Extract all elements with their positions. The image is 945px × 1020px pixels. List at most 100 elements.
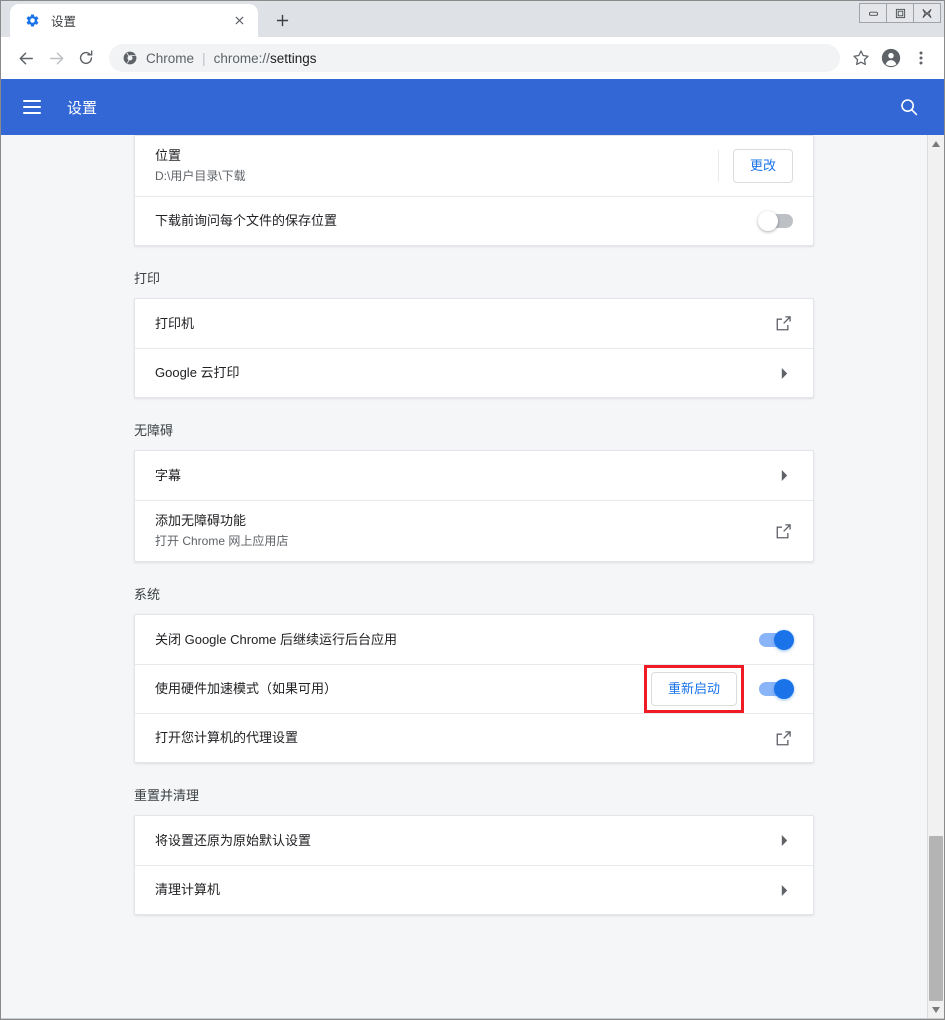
- reload-icon[interactable]: [71, 43, 101, 73]
- row-actions: [758, 211, 793, 231]
- row-title: 关闭 Google Chrome 后继续运行后台应用: [155, 631, 397, 647]
- chevron-right-icon[interactable]: [775, 364, 793, 382]
- section-label-printing: 打印: [134, 271, 161, 286]
- settings-page: 位置 D:\用户目录\下载 更改下载前询问每个文件的保存位置打印打印机 Google …: [134, 135, 814, 915]
- scrollbar-thumb[interactable]: [929, 836, 943, 1001]
- scrollbar-down-arrow-icon[interactable]: [928, 1001, 944, 1018]
- section-label-reset-cleanup: 重置并清理: [134, 788, 200, 803]
- change-button[interactable]: 更改: [732, 149, 793, 183]
- settings-content-area: 位置 D:\用户目录\下载 更改下载前询问每个文件的保存位置打印打印机 Google …: [1, 135, 944, 1019]
- settings-row-ask-where-to-save[interactable]: 下载前询问每个文件的保存位置: [135, 196, 813, 245]
- tab-strip: 设置: [1, 1, 944, 37]
- row-title: 使用硬件加速模式（如果可用）: [155, 681, 338, 696]
- settings-row-captions[interactable]: 字幕: [135, 451, 813, 500]
- toggle-switch-continue-background-apps[interactable]: [759, 629, 794, 650]
- browser-tab-settings[interactable]: 设置: [10, 4, 258, 37]
- tab-title: 设置: [51, 15, 77, 29]
- row-actions: 更改: [717, 149, 793, 183]
- search-icon[interactable]: [896, 94, 922, 120]
- toggle-switch-hardware-acceleration[interactable]: [759, 679, 794, 699]
- settings-row-add-accessibility-features[interactable]: 添加无障碍功能打开 Chrome 网上应用店: [135, 500, 813, 561]
- profile-avatar-icon[interactable]: [876, 43, 906, 73]
- settings-row-open-proxy-settings[interactable]: 打开您计算机的代理设置: [135, 713, 813, 762]
- settings-card-accessibility: 字幕添加无障碍功能打开 Chrome 网上应用店: [134, 450, 814, 562]
- row-text: 清理计算机: [155, 870, 775, 910]
- section-label-system: 系统: [134, 587, 161, 602]
- settings-scroll-viewport: 位置 D:\用户目录\下载 更改下载前询问每个文件的保存位置打印打印机 Google …: [1, 135, 927, 1018]
- toggle-switch-ask-where-to-save[interactable]: [758, 211, 793, 231]
- row-action-divider: [717, 150, 719, 182]
- row-title: 添加无障碍功能: [155, 513, 247, 528]
- row-actions: [759, 629, 794, 650]
- row-title: 字幕: [155, 467, 182, 483]
- row-text: 打印机: [155, 304, 773, 344]
- settings-header: 设置: [1, 79, 944, 135]
- chevron-right-icon[interactable]: [775, 832, 793, 850]
- close-icon[interactable]: [913, 3, 941, 23]
- page-title: 设置: [67, 99, 98, 117]
- restart-button[interactable]: 重新启动: [650, 672, 737, 706]
- omnibox-url-scheme: chrome://: [213, 50, 270, 66]
- settings-row-hardware-acceleration[interactable]: 使用硬件加速模式（如果可用） 重新启动: [135, 664, 813, 713]
- row-actions: [775, 881, 793, 899]
- settings-row-download-location[interactable]: 位置 D:\用户目录\下载 更改: [135, 136, 813, 196]
- vertical-scrollbar[interactable]: [927, 135, 944, 1018]
- browser-menu-icon[interactable]: [906, 43, 936, 73]
- toggle-knob: [758, 211, 778, 231]
- row-actions: 重新启动: [650, 672, 794, 706]
- row-actions: [775, 467, 793, 485]
- row-text: 添加无障碍功能打开 Chrome 网上应用店: [155, 501, 773, 561]
- address-bar[interactable]: Chrome | chrome://settings: [109, 44, 840, 72]
- row-title: 位置: [155, 148, 182, 163]
- row-text: 下载前询问每个文件的保存位置: [155, 201, 759, 241]
- row-text: Google 云打印: [155, 353, 775, 393]
- row-title: 打开您计算机的代理设置: [155, 730, 299, 745]
- settings-card-downloads-partial: 位置 D:\用户目录\下载 更改下载前询问每个文件的保存位置: [134, 135, 814, 246]
- row-title: 清理计算机: [155, 882, 221, 897]
- row-actions: [773, 314, 793, 334]
- row-title: 将设置还原为原始默认设置: [155, 832, 312, 848]
- omnibox-scheme-label: Chrome: [146, 50, 195, 66]
- omnibox-url: chrome://settings: [214, 51, 317, 66]
- settings-row-google-cloud-print[interactable]: Google 云打印: [135, 348, 813, 397]
- back-icon[interactable]: [11, 43, 41, 73]
- settings-row-printers[interactable]: 打印机: [135, 299, 813, 348]
- row-actions: [773, 521, 793, 541]
- row-text: 字幕: [155, 456, 775, 496]
- row-subtitle: D:\用户目录\下载: [155, 169, 246, 183]
- gear-icon: [24, 13, 40, 29]
- omnibox-separator: |: [202, 50, 206, 66]
- toggle-knob: [774, 679, 794, 699]
- forward-icon: [41, 43, 71, 73]
- row-subtitle: 打开 Chrome 网上应用店: [155, 534, 289, 548]
- row-title: Google 云打印: [155, 365, 240, 380]
- row-text: 使用硬件加速模式（如果可用）: [155, 669, 651, 709]
- row-text: 位置 D:\用户目录\下载: [155, 136, 718, 196]
- external-link-icon[interactable]: [773, 314, 793, 334]
- menu-icon[interactable]: [23, 95, 47, 119]
- chevron-right-icon[interactable]: [775, 467, 793, 485]
- settings-row-restore-defaults[interactable]: 将设置还原为原始默认设置: [135, 816, 813, 865]
- settings-row-clean-up-computer[interactable]: 清理计算机: [135, 865, 813, 914]
- settings-row-continue-background-apps[interactable]: 关闭 Google Chrome 后继续运行后台应用: [135, 615, 813, 664]
- row-actions: [775, 832, 793, 850]
- row-title: 下载前询问每个文件的保存位置: [155, 213, 338, 228]
- section-label-accessibility: 无障碍: [134, 423, 174, 438]
- minimize-icon[interactable]: [859, 3, 887, 23]
- chevron-right-icon[interactable]: [775, 881, 793, 899]
- settings-card-printing: 打印机 Google 云打印: [134, 298, 814, 398]
- row-title: 打印机: [155, 315, 195, 331]
- maximize-icon[interactable]: [886, 3, 914, 23]
- window-controls: [859, 3, 941, 23]
- row-text: 打开您计算机的代理设置: [155, 718, 773, 758]
- external-link-icon[interactable]: [773, 521, 793, 541]
- tab-close-icon[interactable]: [230, 12, 248, 30]
- bookmark-star-icon[interactable]: [846, 43, 876, 73]
- chrome-logo-icon: [123, 51, 137, 65]
- new-tab-button[interactable]: [267, 5, 297, 35]
- row-actions: [775, 364, 793, 382]
- scrollbar-up-arrow-icon[interactable]: [928, 135, 944, 152]
- row-text: 关闭 Google Chrome 后继续运行后台应用: [155, 620, 759, 660]
- browser-toolbar: Chrome | chrome://settings: [1, 37, 944, 79]
- external-link-icon[interactable]: [773, 728, 793, 748]
